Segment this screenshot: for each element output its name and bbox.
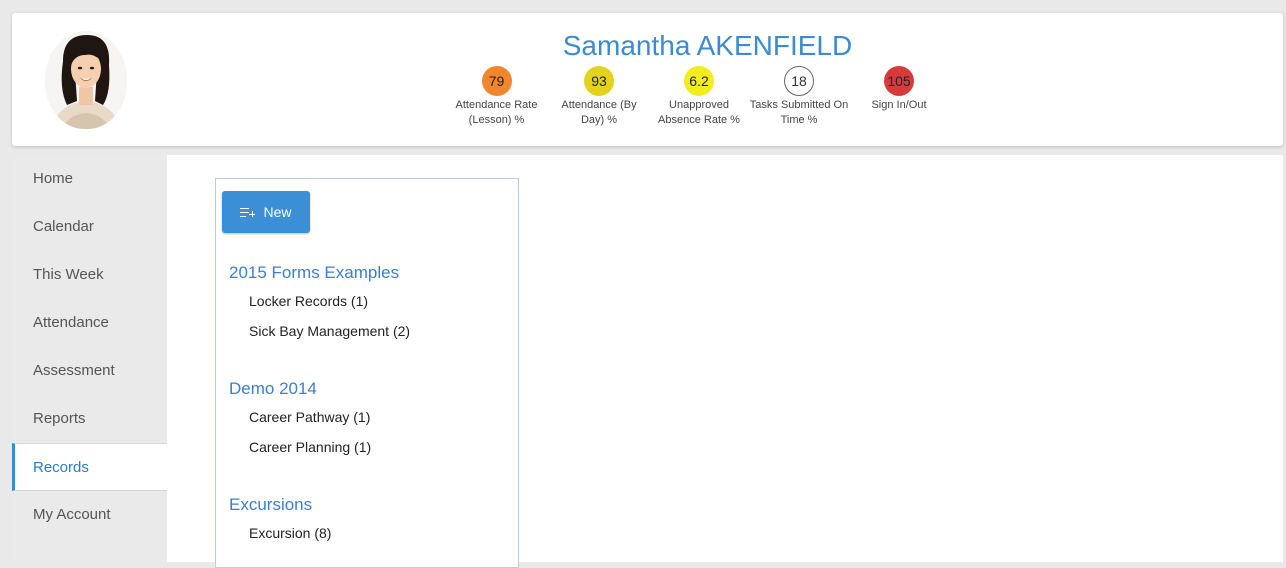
main-content: New 2015 Forms Examples Locker Records (…: [167, 155, 1283, 568]
record-group-item[interactable]: Excursion (8): [249, 518, 331, 548]
stat-label: Tasks Submitted On Time %: [749, 99, 849, 126]
sidebar-item-home[interactable]: Home: [12, 155, 167, 203]
sidebar-item-reports[interactable]: Reports: [12, 395, 167, 443]
stat-badge: 6.2: [684, 66, 714, 96]
sidebar-nav: Home Calendar This Week Attendance Asses…: [12, 155, 168, 562]
student-header: Samantha AKENFIELD 79 Attendance Rate (L…: [12, 13, 1283, 146]
stat-label: Attendance Rate (Lesson) %: [455, 99, 538, 126]
sidebar-item-calendar[interactable]: Calendar: [12, 203, 167, 251]
record-group-item[interactable]: Career Pathway (1): [249, 402, 371, 432]
record-group-title[interactable]: Demo 2014: [229, 379, 371, 399]
stat-label: Sign In/Out: [871, 99, 927, 111]
stat-unapproved-absence[interactable]: 6.2 Unapproved Absence Rate %: [649, 66, 749, 128]
add-list-icon: [240, 207, 256, 218]
stat-badge: 79: [481, 66, 512, 96]
stat-attendance-lesson[interactable]: 79 Attendance Rate (Lesson) %: [444, 66, 549, 128]
student-name: Samantha AKENFIELD: [562, 30, 853, 61]
stat-tasks-on-time[interactable]: 18 Tasks Submitted On Time %: [749, 66, 849, 128]
stat-label: Attendance (By Day) %: [561, 99, 637, 126]
stat-badge: 18: [784, 66, 814, 96]
record-group: 2015 Forms Examples Locker Records (1) S…: [229, 263, 410, 346]
sidebar-item-my-account[interactable]: My Account: [12, 491, 167, 539]
record-group: Demo 2014 Career Pathway (1) Career Plan…: [229, 379, 371, 462]
sidebar-item-this-week[interactable]: This Week: [12, 251, 167, 299]
record-group-title[interactable]: 2015 Forms Examples: [229, 263, 410, 283]
new-record-button[interactable]: New: [222, 191, 310, 233]
sidebar-item-attendance[interactable]: Attendance: [12, 299, 167, 347]
sidebar-item-assessment[interactable]: Assessment: [12, 347, 167, 395]
new-record-button-label: New: [263, 204, 292, 220]
record-group-item[interactable]: Locker Records (1): [249, 286, 410, 316]
record-group-item[interactable]: Sick Bay Management (2): [249, 316, 410, 346]
records-panel: New 2015 Forms Examples Locker Records (…: [215, 178, 519, 568]
record-group: Excursions Excursion (8): [229, 495, 331, 548]
stat-sign-in-out[interactable]: 105 Sign In/Out: [849, 66, 949, 128]
stat-label: Unapproved Absence Rate %: [658, 99, 740, 126]
student-stats: 79 Attendance Rate (Lesson) % 93 Attenda…: [444, 66, 949, 128]
record-group-title[interactable]: Excursions: [229, 495, 331, 515]
stat-badge: 105: [884, 66, 914, 96]
stat-attendance-day[interactable]: 93 Attendance (By Day) %: [549, 66, 649, 128]
sidebar-item-records[interactable]: Records: [12, 443, 168, 491]
record-group-item[interactable]: Career Planning (1): [249, 432, 371, 462]
stat-badge: 93: [584, 66, 614, 96]
